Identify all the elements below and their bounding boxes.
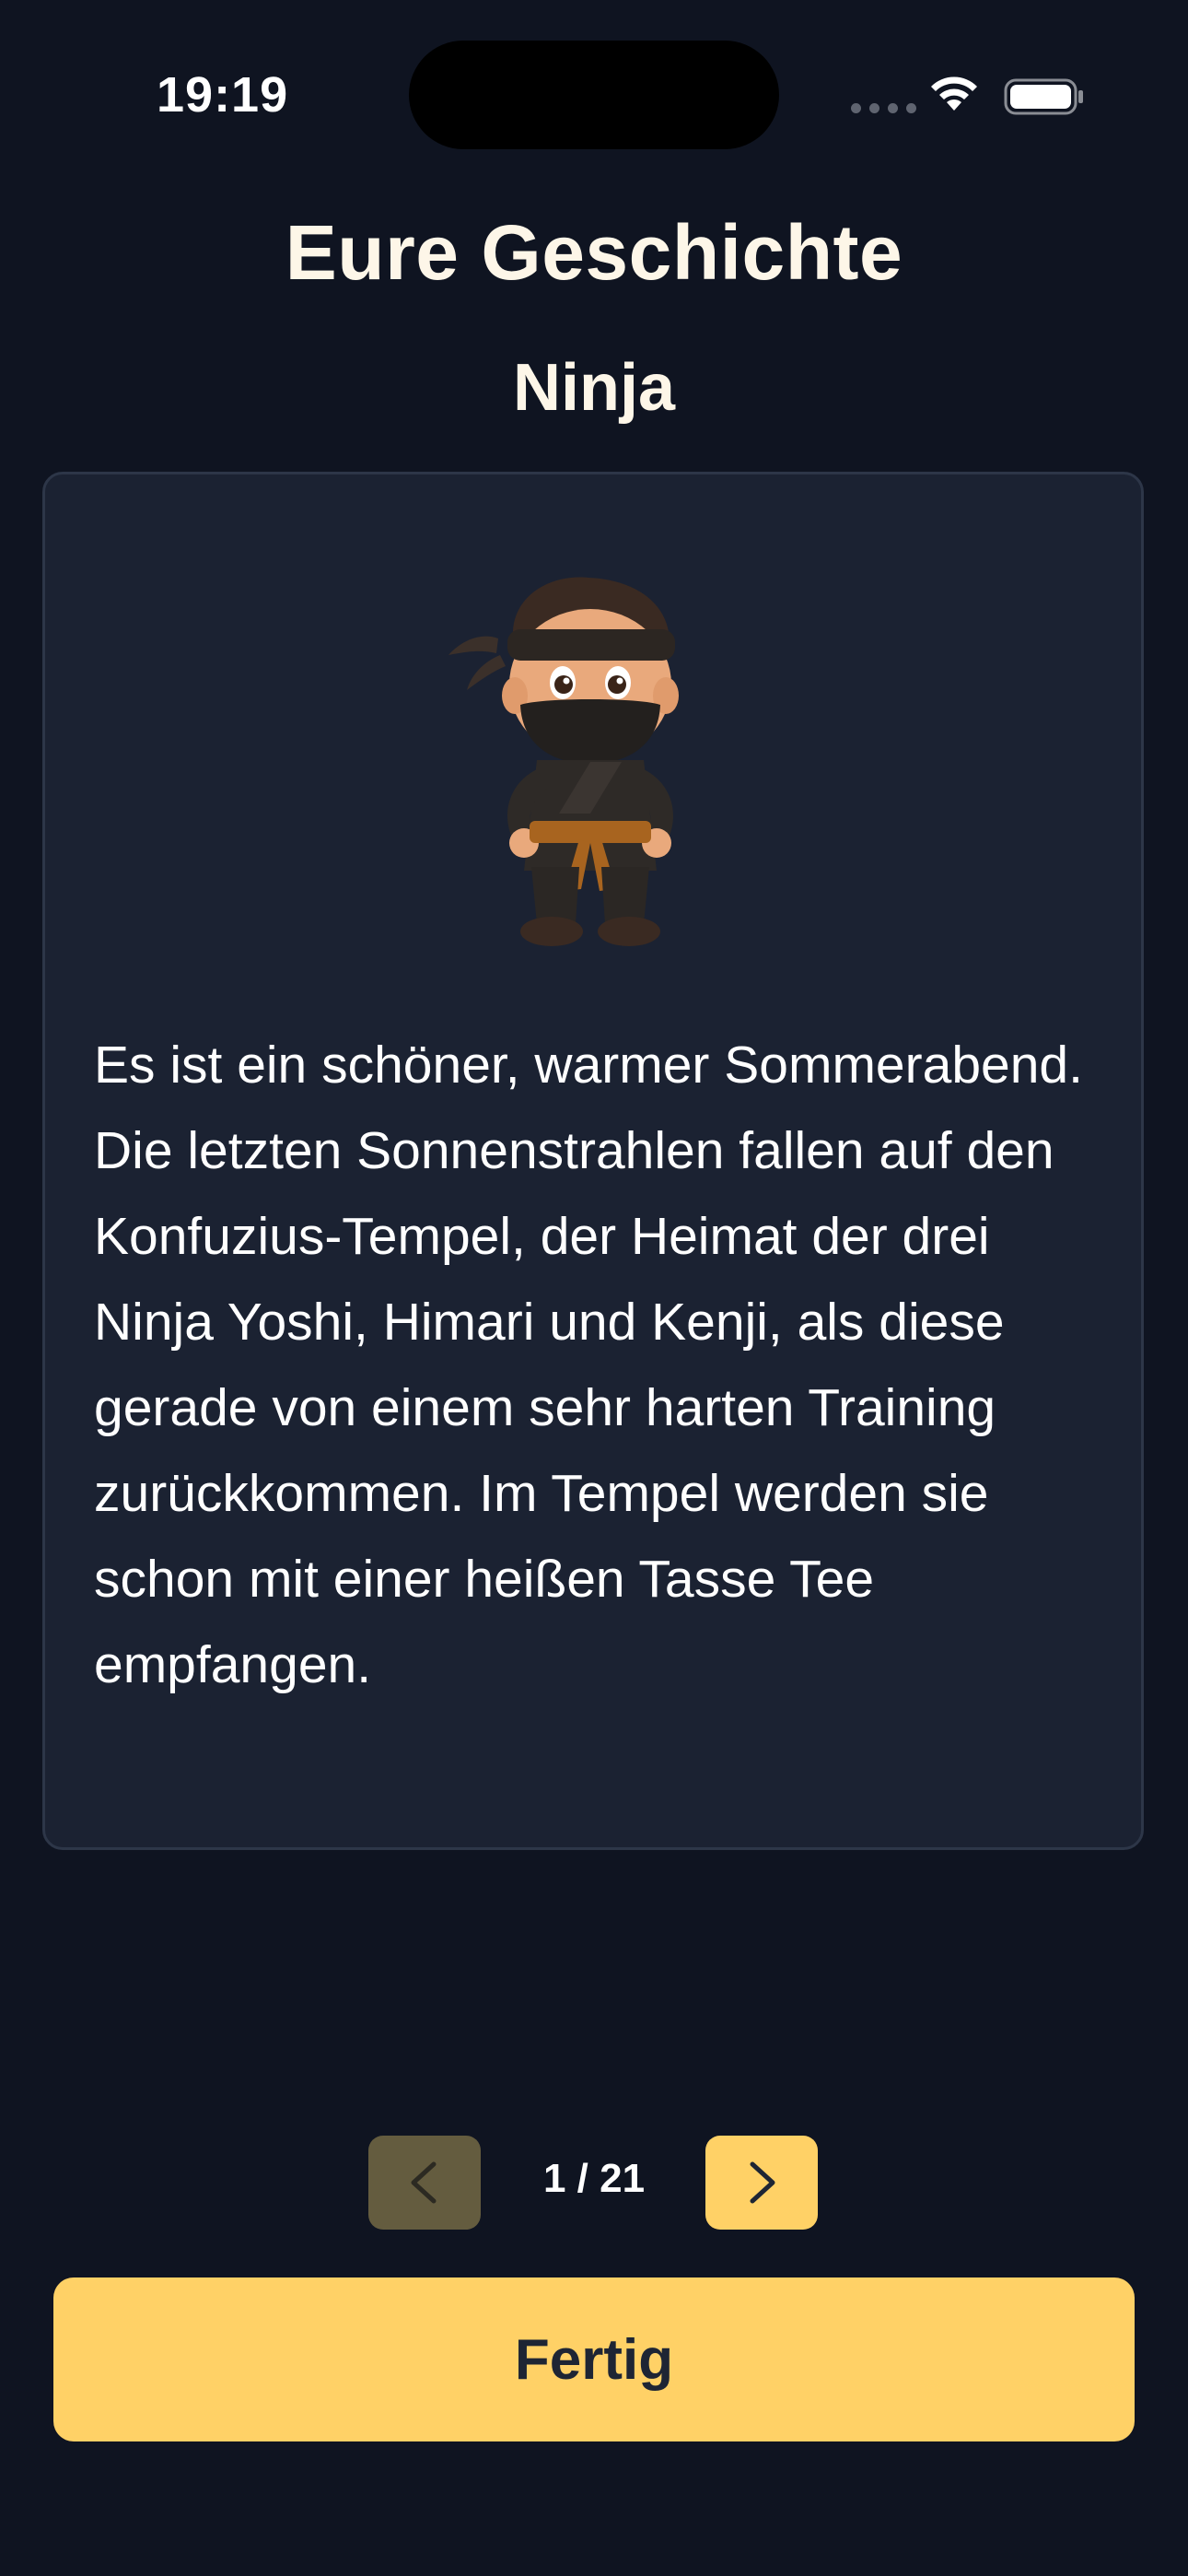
chevron-right-icon — [750, 2161, 775, 2204]
previous-page-button[interactable] — [368, 2136, 481, 2230]
chevron-left-icon — [411, 2161, 437, 2204]
next-page-button[interactable] — [705, 2136, 818, 2230]
cellular-signal-icon — [851, 103, 916, 113]
status-time: 19:19 — [157, 67, 289, 123]
page-indicator: 1 / 21 — [542, 2156, 646, 2201]
story-card: Es ist ein schöner, warmer Sommerabend. … — [42, 472, 1144, 1850]
ninja-illustration — [448, 577, 679, 946]
dynamic-island — [409, 41, 779, 149]
done-button[interactable]: Fertig — [53, 2277, 1135, 2441]
story-text: Es ist ein schöner, warmer Sommerabend. … — [94, 1036, 1083, 1694]
story-title: Ninja — [512, 351, 676, 425]
wifi-icon — [931, 76, 977, 111]
page-title: Eure Geschichte — [285, 209, 903, 296]
battery-icon — [1004, 78, 1083, 115]
story-screen: 19:19 Eure Geschichte Ninja Es ist ein s… — [0, 0, 1188, 2576]
